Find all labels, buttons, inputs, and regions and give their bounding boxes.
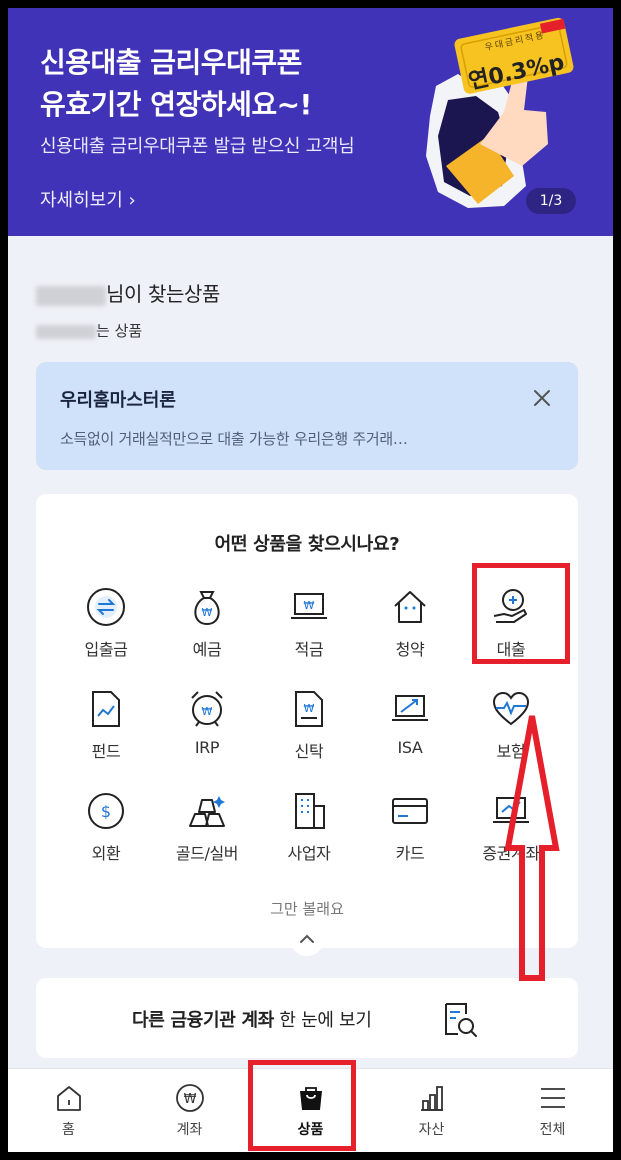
gold-bars-icon — [189, 796, 225, 827]
close-icon[interactable] — [530, 386, 554, 410]
building-icon — [295, 793, 325, 829]
product-item-label: 신탁 — [294, 742, 324, 761]
chevron-up-icon[interactable] — [290, 922, 324, 956]
banner-title-line1: 신용대출 금리우대쿠폰 — [40, 46, 302, 79]
bar-chart-icon — [421, 1086, 443, 1111]
product-item-irp[interactable]: ₩ IRP — [162, 688, 252, 768]
laptop-won-icon: ₩ — [291, 593, 327, 619]
masked-username — [36, 285, 106, 306]
product-item-label: 외환 — [91, 844, 121, 863]
house-icon — [394, 591, 426, 623]
product-item-savings-deposit[interactable]: ₩ 예금 — [162, 586, 252, 666]
product-item-label: 카드 — [395, 844, 425, 863]
collapse-finder-button[interactable]: 그만 볼래요 — [36, 898, 578, 919]
product-item-gold-silver[interactable]: 골드/실버 — [162, 790, 252, 870]
promo-banner[interactable]: 신용대출 금리우대쿠폰 유효기간 연장하세요~! 신용대출 금리우대쿠폰 발급 … — [8, 8, 613, 236]
tab-label: 전체 — [539, 1122, 566, 1138]
product-item-label: 적금 — [294, 640, 324, 659]
product-item-business[interactable]: 사업자 — [264, 790, 354, 870]
product-item-label: IRP — [194, 738, 220, 757]
recommend-subtitle-text: 는 상품 — [96, 322, 143, 340]
masked-text — [36, 324, 96, 339]
product-item-subscription[interactable]: 청약 — [365, 586, 455, 666]
annotation-arrow-up — [504, 715, 560, 981]
home-icon — [57, 1086, 81, 1111]
product-item-label: 골드/실버 — [175, 844, 239, 863]
highlight-box-products-tab — [248, 1060, 356, 1151]
product-item-label: 청약 — [395, 640, 425, 659]
recommend-title-text: 님이 찾는상품 — [106, 282, 220, 306]
product-item-label: 입출금 — [84, 640, 128, 659]
svg-text:₩: ₩ — [202, 606, 213, 619]
tab-accounts[interactable]: ₩ 계좌 — [129, 1069, 250, 1152]
fund-document-icon — [92, 691, 120, 727]
svg-text:₩: ₩ — [304, 702, 315, 715]
recommend-title: 님이 찾는상품 — [36, 278, 220, 307]
svg-text:₩: ₩ — [184, 1092, 197, 1107]
product-item-label: 사업자 — [287, 844, 331, 863]
chart-monitor-icon — [392, 695, 428, 721]
credit-card-icon — [392, 798, 428, 824]
promo-description: 소득없이 거래실적만으로 대출 가능한 우리은행 주거래… — [60, 430, 408, 448]
alarm-clock-icon: ₩ — [191, 691, 223, 727]
tab-all-menu[interactable]: 전체 — [492, 1069, 613, 1152]
tab-home[interactable]: 홈 — [8, 1069, 129, 1152]
product-item-label: 펀드 — [91, 742, 121, 761]
svg-text:₩: ₩ — [202, 705, 213, 718]
banner-title-line2: 유효기간 연장하세요~! — [40, 88, 312, 121]
product-item-isa[interactable]: ISA — [365, 688, 455, 768]
product-finder-title: 어떤 상품을 찾으시나요? — [214, 534, 400, 555]
product-item-label: ISA — [397, 738, 423, 757]
tab-assets[interactable]: 자산 — [371, 1069, 492, 1152]
banner-subtitle: 신용대출 금리우대쿠폰 발급 받으신 고객님 — [40, 136, 355, 157]
banner-page-indicator: 1/3 — [526, 188, 576, 214]
won-coin-icon: ₩ — [176, 1084, 204, 1112]
menu-icon — [541, 1088, 565, 1108]
other-institutions-button[interactable]: 다른 금융기관 계좌 한 눈에 보기 — [36, 978, 578, 1058]
product-item-foreign-exchange[interactable]: $ 외환 — [61, 790, 151, 870]
tab-label: 자산 — [418, 1122, 445, 1138]
product-item-label: 예금 — [192, 640, 222, 659]
svg-text:₩: ₩ — [304, 599, 315, 612]
trust-document-icon: ₩ — [295, 691, 323, 727]
other-institutions-rest: 한 눈에 보기 — [274, 1010, 372, 1031]
document-search-icon — [445, 1003, 477, 1037]
product-item-installment-savings[interactable]: ₩ 적금 — [264, 586, 354, 666]
highlight-box-loan — [472, 563, 570, 664]
transfer-icon — [87, 588, 125, 626]
banner-more-link[interactable]: 자세히보기 › — [40, 186, 136, 212]
promo-card[interactable]: 우리홈마스터론 소득없이 거래실적만으로 대출 가능한 우리은행 주거래… — [36, 362, 578, 470]
svg-text:$: $ — [101, 802, 111, 821]
other-institutions-text: 다른 금융기관 계좌 한 눈에 보기 — [132, 1006, 372, 1032]
product-item-fund[interactable]: 펀드 — [61, 688, 151, 768]
money-bag-icon: ₩ — [194, 591, 220, 626]
tab-label: 홈 — [62, 1122, 75, 1138]
banner-title: 신용대출 금리우대쿠폰 유효기간 연장하세요~! — [40, 42, 312, 126]
product-item-deposit-withdraw[interactable]: 입출금 — [61, 586, 151, 666]
product-item-card[interactable]: 카드 — [365, 790, 455, 870]
tab-label: 계좌 — [176, 1122, 203, 1138]
promo-title: 우리홈마스터론 — [60, 390, 176, 411]
app-screen: 신용대출 금리우대쿠폰 유효기간 연장하세요~! 신용대출 금리우대쿠폰 발급 … — [8, 8, 613, 1152]
recommend-subtitle: 는 상품 — [36, 320, 142, 341]
other-institutions-bold: 다른 금융기관 계좌 — [132, 1010, 275, 1031]
product-item-trust[interactable]: ₩ 신탁 — [264, 688, 354, 768]
dollar-coin-icon: $ — [88, 793, 124, 829]
